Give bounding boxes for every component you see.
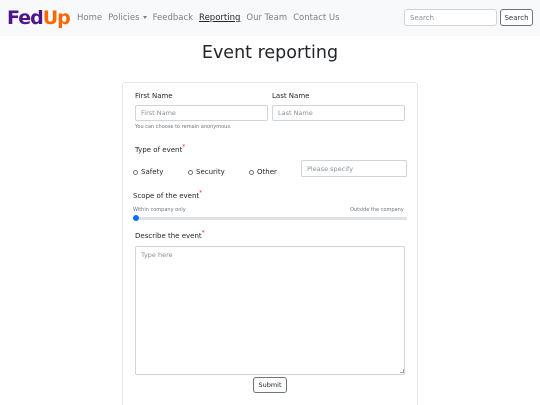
nav-policies-label: Policies [108, 13, 140, 23]
search-button[interactable]: Search [500, 9, 533, 26]
description-label-text: Describe the event [135, 232, 202, 240]
last-name-field[interactable] [272, 105, 405, 121]
page-title: Event reporting [201, 43, 339, 63]
resize-grip-icon[interactable] [400, 369, 404, 373]
scope-min-label: Within company only [133, 207, 186, 213]
scope-label: Scope of the event* [133, 189, 203, 201]
radio-other[interactable]: Other [249, 167, 277, 177]
brand-logo-part-1: Fed [7, 7, 44, 29]
description-textarea[interactable] [135, 246, 405, 375]
first-name-label: First Name [135, 92, 173, 100]
required-mark: * [182, 143, 186, 151]
search-input[interactable] [404, 9, 497, 26]
nav-reporting[interactable]: Reporting [199, 11, 240, 25]
radio-circle-icon [133, 169, 138, 175]
last-name-label: Last Name [272, 92, 310, 100]
required-mark: * [199, 189, 203, 197]
scope-label-text: Scope of the event [133, 192, 200, 200]
brand-logo[interactable]: FedUp [7, 6, 71, 30]
caret-down-icon [142, 16, 147, 19]
nav-home[interactable]: Home [77, 11, 102, 25]
event-type-label: Type of event* [135, 143, 186, 155]
first-name-field[interactable] [135, 105, 268, 121]
description-label: Describe the event* [135, 229, 205, 241]
radio-security-label: Security [196, 168, 225, 176]
nav-policies-dropdown[interactable]: Policies [108, 11, 147, 25]
event-type-label-text: Type of event [135, 146, 183, 154]
radio-safety-label: Safety [141, 168, 164, 176]
nav-menu: Home Policies Feedback Reporting Our Tea… [77, 11, 346, 25]
scope-slider-thumb[interactable] [133, 215, 139, 221]
nav-feedback[interactable]: Feedback [153, 11, 193, 25]
navbar: FedUp Home Policies Feedback Reporting O… [0, 0, 540, 36]
anonymous-hint: You can choose to remain anonymous. [135, 124, 232, 130]
nav-our-team[interactable]: Our Team [246, 11, 287, 25]
scope-slider-track[interactable] [133, 217, 407, 220]
radio-security[interactable]: Security [188, 167, 225, 177]
required-mark: * [201, 229, 205, 237]
radio-safety[interactable]: Safety [133, 167, 163, 177]
brand-logo-part-2: Up [42, 7, 71, 29]
submit-button[interactable]: Submit [253, 377, 287, 393]
radio-circle-icon [188, 169, 193, 175]
nav-contact-us[interactable]: Contact Us [293, 11, 339, 25]
radio-other-label: Other [257, 168, 277, 176]
radio-circle-icon [249, 169, 254, 175]
other-specify-field[interactable] [301, 160, 407, 177]
scope-max-label: Outside the company [350, 207, 404, 213]
